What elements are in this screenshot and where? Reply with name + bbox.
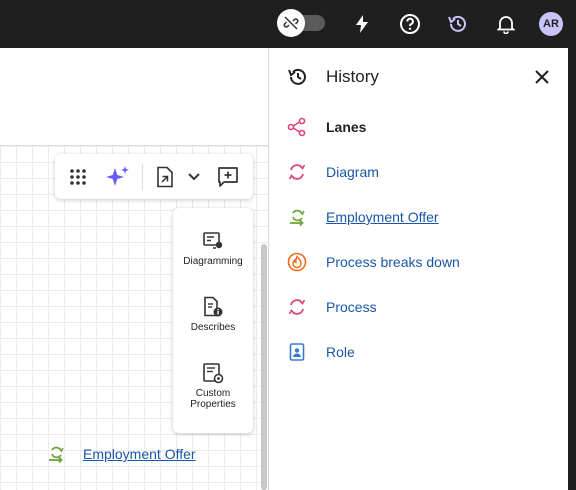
history-item-label: Employment Offer xyxy=(326,209,439,225)
fire-icon xyxy=(287,252,307,272)
history-item-label: Lanes xyxy=(326,119,367,135)
history-item-label: Process breaks down xyxy=(326,254,460,270)
diagramming-label: Diagramming xyxy=(183,256,243,267)
person-card-icon xyxy=(289,343,305,361)
close-icon[interactable] xyxy=(531,66,553,88)
canvas-toolbar xyxy=(55,154,253,199)
toolbar-divider xyxy=(142,164,143,190)
canvas-link-label[interactable]: Employment Offer xyxy=(83,446,196,462)
history-item-label: Diagram xyxy=(326,164,379,180)
history-item-label: Process xyxy=(326,299,377,315)
history-icon[interactable] xyxy=(442,8,474,40)
history-item-lanes[interactable]: Lanes xyxy=(287,115,366,139)
custom-properties-label: Custom Properties xyxy=(190,388,236,410)
ai-sparkle-icon[interactable] xyxy=(103,162,133,192)
recycle-arrow-icon xyxy=(290,209,305,227)
canvas-employment-offer-node[interactable]: Employment Offer xyxy=(47,444,196,464)
connection-toggle[interactable] xyxy=(277,9,325,37)
lanes-icon xyxy=(287,117,306,137)
describes-button[interactable]: Describes xyxy=(173,296,253,333)
history-item-role[interactable]: Role xyxy=(287,340,355,364)
window-edge xyxy=(568,48,576,490)
cycle-icon xyxy=(288,299,306,315)
add-comment-icon[interactable] xyxy=(213,162,243,192)
history-item-employment-offer[interactable]: Employment Offer xyxy=(287,205,439,229)
history-item-label: Role xyxy=(326,344,355,360)
bell-icon[interactable] xyxy=(490,8,522,40)
diagramming-button[interactable]: Diagramming xyxy=(173,230,253,267)
history-item-process-breaks-down[interactable]: Process breaks down xyxy=(287,250,460,274)
help-icon[interactable] xyxy=(394,8,426,40)
grid-dots-icon[interactable] xyxy=(63,162,93,192)
history-item-diagram[interactable]: Diagram xyxy=(287,160,379,184)
avatar[interactable]: AR xyxy=(539,12,563,36)
canvas-scrollbar[interactable] xyxy=(261,244,267,490)
history-item-process[interactable]: Process xyxy=(287,295,377,319)
diagramming-icon xyxy=(203,232,223,249)
lightning-icon[interactable] xyxy=(346,8,378,40)
custom-properties-button[interactable]: Custom Properties xyxy=(173,362,253,410)
recycle-arrow-icon xyxy=(49,446,64,464)
top-bar: AR xyxy=(0,0,576,48)
settings-list-icon xyxy=(203,363,224,384)
cycle-icon xyxy=(288,164,306,180)
history-title: History xyxy=(326,67,379,86)
history-icon xyxy=(287,66,309,93)
canvas-side-panel: Diagramming Describes Custom Properties xyxy=(173,208,253,433)
chevron-down-icon[interactable] xyxy=(179,162,209,192)
history-panel: History Lanes Diagram Employment Offer P… xyxy=(268,48,568,490)
document-info-icon xyxy=(204,296,223,317)
link-off-icon xyxy=(277,9,305,37)
describes-label: Describes xyxy=(190,322,236,333)
document-export-icon[interactable] xyxy=(150,162,180,192)
